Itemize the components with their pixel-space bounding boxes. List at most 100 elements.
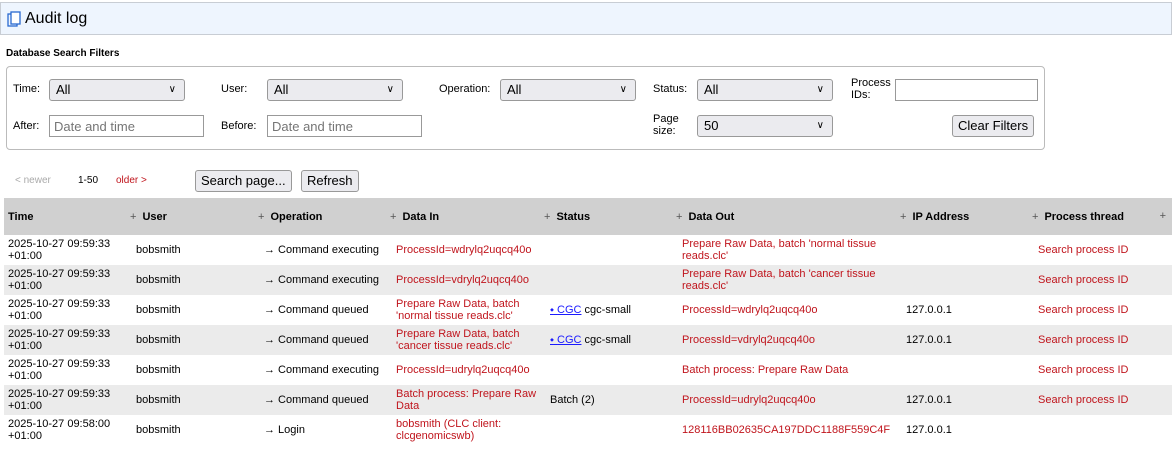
- filters-heading: Database Search Filters: [6, 48, 120, 59]
- after-label: After:: [13, 120, 40, 132]
- time-cell: 2025-10-27 09:59:33 +01:00: [8, 358, 111, 382]
- table-row: 2025-10-27 09:59:33 +01:00 bobsmith → Comm…: [4, 295, 1172, 325]
- process-thread-cell[interactable]: Search process ID: [1028, 295, 1172, 325]
- user-select[interactable]: All ∨: [267, 79, 403, 101]
- status-label: Status:: [653, 83, 688, 95]
- table-row: 2025-10-27 09:59:33 +01:00 bobsmith → Comm…: [4, 325, 1172, 355]
- newer-link[interactable]: < newer: [15, 175, 51, 186]
- older-link[interactable]: older >: [116, 175, 147, 186]
- expand-column-icon[interactable]: +: [1032, 211, 1038, 223]
- page-range: 1-50: [78, 175, 99, 186]
- process-ids-input[interactable]: [895, 79, 1038, 101]
- column-header-data-in[interactable]: + Data In: [386, 198, 540, 235]
- expand-column-icon[interactable]: +: [390, 211, 396, 223]
- column-label: Data In: [402, 210, 440, 223]
- column-label: Time: [8, 210, 34, 223]
- ip-cell: [896, 235, 1028, 265]
- page-title: Audit log: [25, 9, 88, 27]
- ip-cell: 127.0.0.1: [906, 304, 952, 316]
- expand-column-icon[interactable]: +: [900, 211, 906, 223]
- clear-filters-button[interactable]: Clear Filters: [952, 115, 1035, 137]
- operation-label: Operation:: [439, 83, 491, 95]
- user-cell: bobsmith: [126, 265, 254, 295]
- data-out-cell[interactable]: ProcessId=wdrylq2uqcq40o: [672, 295, 896, 325]
- chevron-down-icon: ∨: [168, 84, 176, 95]
- user-value: All: [274, 82, 289, 97]
- data-out-cell[interactable]: ProcessId=udrylq2uqcq40o: [672, 385, 896, 415]
- chevron-down-icon: ∨: [816, 84, 824, 95]
- operation-cell: → Command executing: [264, 364, 379, 376]
- expand-column-icon[interactable]: +: [544, 211, 550, 223]
- time-cell: 2025-10-27 09:59:33 +01:00: [4, 385, 126, 415]
- user-cell: bobsmith: [126, 385, 254, 415]
- data-in-cell[interactable]: Prepare Raw Data, batch 'normal tissue r…: [386, 295, 540, 325]
- column-header-user[interactable]: + User: [126, 198, 254, 235]
- data-in-cell[interactable]: ProcessId=vdrylq2uqcq40o: [386, 265, 540, 295]
- process-thread-cell[interactable]: Search process ID: [1028, 385, 1172, 415]
- search-page-button[interactable]: Search page...: [195, 170, 292, 192]
- column-header-status[interactable]: + Status: [540, 198, 672, 235]
- column-header-ip-address[interactable]: + IP Address: [896, 198, 1028, 235]
- process-thread-cell[interactable]: Search process ID: [1028, 235, 1172, 265]
- operation-cell: → Command queued: [254, 385, 386, 415]
- status-select[interactable]: All ∨: [697, 79, 833, 101]
- process-thread-cell[interactable]: Search process ID: [1028, 325, 1172, 355]
- status-value: All: [704, 82, 719, 97]
- time-value: All: [56, 82, 71, 97]
- operation-cell: → Command executing: [264, 244, 379, 256]
- data-in-cell[interactable]: ProcessId=wdrylq2uqcq40o: [386, 235, 540, 265]
- ip-cell: [896, 355, 1028, 385]
- audit-table: Time + User + Operation + Data In + Status + Data …: [4, 198, 1172, 445]
- before-input[interactable]: [267, 115, 422, 137]
- page-size-select[interactable]: 50 ∨: [697, 115, 833, 137]
- operation-value: All: [507, 82, 522, 97]
- chevron-down-icon: ∨: [386, 84, 394, 95]
- expand-column-icon[interactable]: +: [130, 211, 136, 223]
- table-row: 2025-10-27 09:59:33 +01:00 bobsmith → Comm…: [4, 265, 1172, 295]
- status-cell: ⬩ CGC cgc-small: [540, 295, 672, 325]
- process-thread-cell[interactable]: Search process ID: [1028, 265, 1172, 295]
- expand-column-icon[interactable]: +: [1160, 210, 1166, 222]
- time-select[interactable]: All ∨: [49, 79, 185, 101]
- ip-cell: 127.0.0.1: [906, 424, 952, 436]
- data-out-cell[interactable]: ProcessId=vdrylq2uqcq40o: [672, 325, 896, 355]
- data-in-cell[interactable]: Batch process: Prepare Raw Data: [386, 385, 540, 415]
- process-thread-cell[interactable]: [1028, 415, 1172, 445]
- ip-cell: [896, 265, 1028, 295]
- time-cell: 2025-10-27 09:59:33 +01:00: [8, 238, 111, 262]
- column-label: Process thread: [1044, 210, 1124, 223]
- status-cell: [540, 265, 672, 295]
- expand-column-icon[interactable]: +: [676, 211, 682, 223]
- data-out-cell[interactable]: 128116BB02635CA197DDC1188F559C4F: [672, 415, 896, 445]
- column-header-operation[interactable]: + Operation: [254, 198, 386, 235]
- refresh-button[interactable]: Refresh: [301, 170, 359, 192]
- process-thread-cell[interactable]: Search process ID: [1028, 355, 1172, 385]
- column-header-data-out[interactable]: + Data Out: [672, 198, 896, 235]
- title-bar: Audit log: [0, 2, 1172, 35]
- status-cell: [540, 415, 672, 445]
- data-out-cell[interactable]: Batch process: Prepare Raw Data: [672, 355, 896, 385]
- column-label: Operation: [270, 210, 323, 223]
- table-row: 2025-10-27 09:58:00 +01:00 bobsmith → Logi…: [4, 415, 1172, 445]
- data-out-cell[interactable]: Prepare Raw Data, batch 'cancer tissue r…: [672, 265, 896, 295]
- operation-select[interactable]: All ∨: [500, 79, 636, 101]
- chevron-down-icon: ∨: [619, 84, 627, 95]
- time-cell: 2025-10-27 09:59:33 +01:00: [4, 265, 126, 295]
- after-input[interactable]: [49, 115, 204, 137]
- time-label: Time:: [13, 83, 41, 95]
- operation-cell: → Command queued: [264, 304, 369, 316]
- operation-cell: → Command queued: [254, 325, 386, 355]
- cgc-link[interactable]: ⬩ CGC: [550, 334, 581, 346]
- data-out-cell[interactable]: Prepare Raw Data, batch 'normal tissue r…: [672, 235, 896, 265]
- column-header-process-thread[interactable]: + Process thread +: [1028, 198, 1172, 235]
- data-in-cell[interactable]: Prepare Raw Data, batch 'cancer tissue r…: [386, 325, 540, 355]
- column-header-time[interactable]: Time: [4, 198, 126, 235]
- expand-column-icon[interactable]: +: [258, 211, 264, 223]
- user-label: User:: [221, 83, 248, 95]
- table-header: Time + User + Operation + Data In + Status + Data …: [4, 198, 1172, 235]
- clipboard-icon: [7, 10, 21, 27]
- server-icon: ⬩: [550, 334, 554, 346]
- data-in-cell[interactable]: ProcessId=udrylq2uqcq40o: [386, 355, 540, 385]
- data-in-cell[interactable]: bobsmith (CLC client: clcgenomicswb): [386, 415, 540, 445]
- cgc-link[interactable]: ⬩ CGC: [550, 304, 581, 316]
